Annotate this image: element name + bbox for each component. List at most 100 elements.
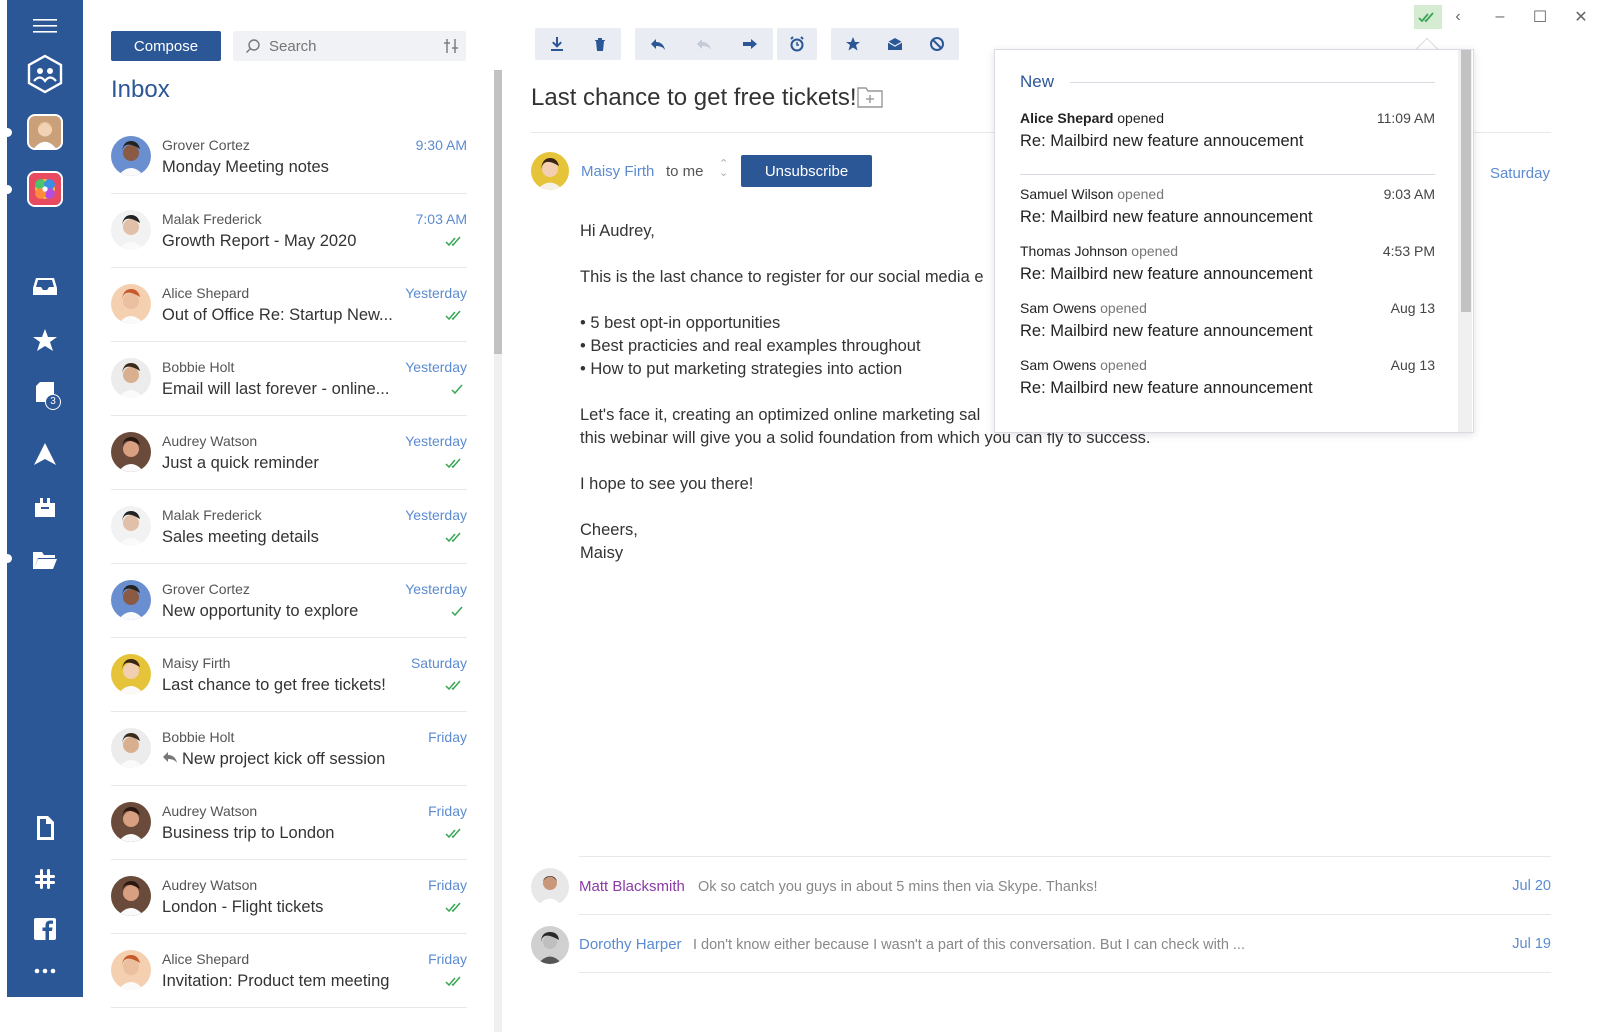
archive-icon[interactable] [7, 485, 83, 529]
message-subject: Last chance to get free tickets! [531, 84, 857, 111]
popup-scrollbar-thumb[interactable] [1461, 50, 1471, 312]
account-indicator [3, 128, 12, 137]
search-input[interactable] [269, 37, 429, 55]
photos-app-icon[interactable] [27, 171, 63, 207]
thread-date: Jul 20 [1512, 878, 1551, 894]
avatar [111, 580, 151, 620]
minimize-icon[interactable]: – [1486, 5, 1514, 29]
search-box[interactable] [233, 31, 466, 61]
slack-icon[interactable] [7, 857, 83, 901]
sender-avatar[interactable] [531, 152, 569, 190]
avatar [111, 728, 151, 768]
forward-icon[interactable] [727, 36, 773, 52]
list-item-subject: New project kick off session [162, 750, 385, 769]
thread-message[interactable]: Matt Blacksmith Ok so catch you guys in … [531, 858, 1551, 916]
maximize-icon[interactable]: ☐ [1526, 5, 1554, 29]
list-item-sender: Malak Frederick [162, 507, 262, 523]
alarm-icon [790, 36, 804, 52]
unsubscribe-button[interactable]: Unsubscribe [741, 155, 872, 187]
more-icon[interactable] [7, 949, 83, 993]
read-receipts-button[interactable] [1414, 5, 1442, 29]
download-icon[interactable] [535, 36, 578, 52]
sender-name[interactable]: Maisy Firth [581, 163, 654, 180]
recipient-label: to me [666, 163, 704, 180]
document-icon[interactable] [7, 806, 83, 850]
expand-recipients-icon[interactable]: ⌃ ⌄ [719, 159, 728, 179]
drafts-icon[interactable]: 3 [7, 372, 83, 416]
toolbar-group-reply [635, 28, 773, 60]
facebook-icon[interactable] [7, 907, 83, 951]
list-item[interactable]: Malak Frederick Growth Report - May 2020 7… [111, 194, 467, 268]
bullet-item: Best practicies and real examples throug… [590, 337, 921, 355]
thread-sender: Dorothy Harper [579, 936, 682, 953]
list-item-sender: Audrey Watson [162, 877, 258, 893]
list-scrollbar-thumb[interactable] [494, 70, 502, 354]
list-item-time: Yesterday [405, 507, 467, 523]
avatar [111, 432, 151, 472]
folder-icon[interactable] [7, 538, 83, 582]
list-item[interactable]: Audrey Watson London - Flight tickets Frid… [111, 860, 467, 934]
filter-icon[interactable] [443, 38, 459, 54]
list-item-subject: Last chance to get free tickets! [162, 676, 386, 694]
contacts-icon[interactable] [7, 51, 83, 97]
star-icon[interactable] [832, 36, 874, 52]
account-avatar[interactable] [27, 114, 63, 150]
notification-action: opened [1100, 357, 1147, 373]
avatar [531, 926, 569, 964]
read-receipt-double-check-icon [445, 976, 461, 987]
reply-icon[interactable] [635, 36, 681, 52]
thread-message[interactable]: Dorothy Harper I don't know either becau… [531, 916, 1551, 974]
list-item-sender: Malak Frederick [162, 211, 262, 227]
toolbar-group-file [535, 28, 621, 60]
list-item[interactable]: Bobbie Holt New project kick off session F… [111, 712, 467, 786]
list-item-sender: Audrey Watson [162, 433, 258, 449]
notification-time: Aug 13 [1390, 357, 1435, 373]
back-icon[interactable]: ‹ [1444, 5, 1472, 29]
inbox-icon[interactable] [7, 264, 83, 308]
list-item-time: Saturday [410, 655, 467, 671]
notification-name: Samuel Wilson [1020, 186, 1114, 202]
avatar [111, 950, 151, 990]
notification-action: opened [1131, 243, 1179, 259]
list-item[interactable]: Audrey Watson Business trip to London Frid… [111, 786, 467, 860]
list-item[interactable]: Bobbie Holt Email will last forever - onl… [111, 342, 467, 416]
divider [1020, 174, 1435, 175]
list-item[interactable]: Grover Cortez New opportunity to explore Y… [111, 564, 467, 638]
divider [579, 914, 1551, 915]
signature-text: Maisy [580, 544, 624, 562]
list-item-time: Friday [428, 729, 467, 745]
paragraph-line: Let's face it, creating an optimized onl… [580, 406, 981, 424]
list-item-subject: London - Flight tickets [162, 898, 324, 916]
list-item-sender: Grover Cortez [162, 137, 250, 153]
star-icon[interactable] [7, 318, 83, 362]
mark-read-icon[interactable] [874, 36, 916, 52]
list-item-time: Friday [428, 803, 467, 819]
notification-subject: Re: Mailbird new feature announcement [1020, 265, 1313, 283]
hamburger-menu-icon[interactable] [7, 4, 83, 48]
sent-icon[interactable] [7, 432, 83, 476]
block-icon[interactable] [916, 36, 958, 52]
list-item[interactable]: Audrey Watson Just a quick reminder Yester… [111, 416, 467, 490]
avatar [111, 506, 151, 546]
list-item[interactable]: Alice Shepard Out of Office Re: Startup N… [111, 268, 467, 342]
reply-all-icon[interactable] [681, 36, 727, 52]
snooze-button[interactable] [777, 28, 817, 60]
close-icon[interactable]: ✕ [1567, 5, 1595, 29]
read-receipt-check-icon [451, 384, 463, 395]
notification-who: Thomas Johnson opened [1020, 243, 1178, 259]
read-receipt-double-check-icon [445, 458, 461, 469]
avatar [111, 654, 151, 694]
trash-icon[interactable] [578, 36, 621, 52]
list-item[interactable]: Grover Cortez Monday Meeting notes 9:30 AM [111, 120, 467, 194]
app-sidebar: 3 [3, 0, 83, 997]
list-item[interactable]: Maisy Firth Last chance to get free ticke… [111, 638, 467, 712]
read-receipt-check-icon [451, 606, 463, 617]
notification-subject: Re: Mailbird new feature announcement [1020, 379, 1313, 397]
compose-button[interactable]: Compose [111, 31, 221, 61]
move-to-folder-icon[interactable] [857, 85, 883, 109]
list-item-subject: Email will last forever - online... [162, 380, 390, 398]
list-item[interactable]: Malak Frederick Sales meeting details Yest… [111, 490, 467, 564]
notification-action: opened [1117, 110, 1164, 126]
avatar [531, 868, 569, 906]
list-item[interactable]: Alice Shepard Invitation: Product tem mee… [111, 934, 467, 1008]
